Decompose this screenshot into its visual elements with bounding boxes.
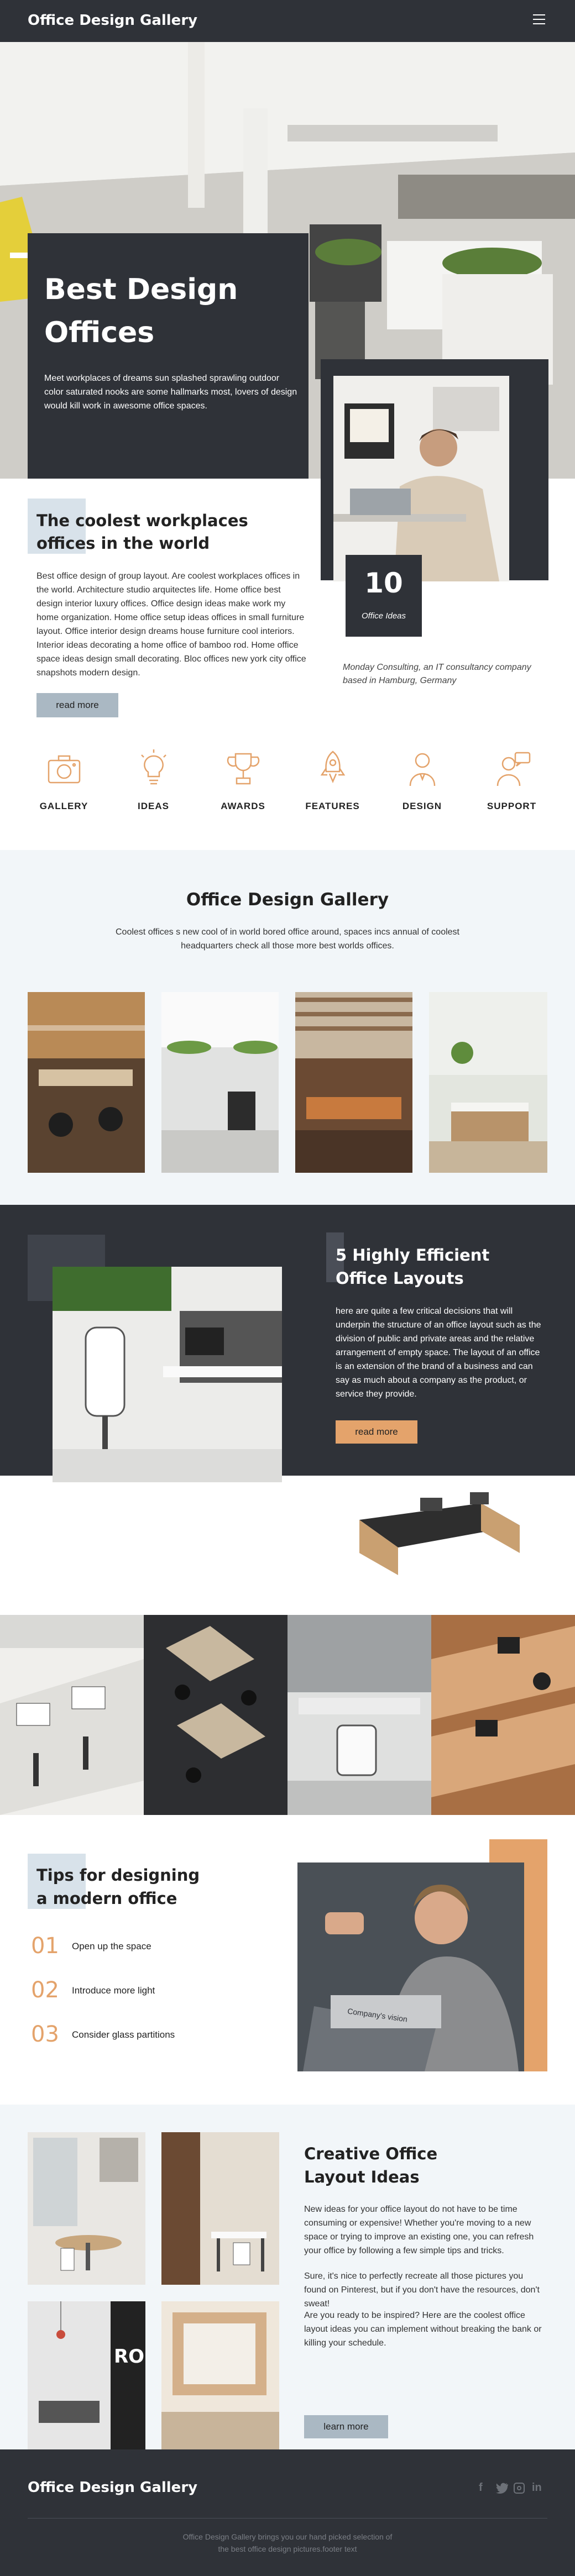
woman-with-laptop-image: Company's vision: [297, 1863, 524, 2071]
footer-brand[interactable]: Office Design Gallery: [28, 2479, 197, 2496]
tip-item-1: 01 Open up the space: [31, 1933, 280, 1961]
creative-heading-line1: Creative Office: [304, 2144, 438, 2163]
gallery-section: Office Design Gallery Coolest offices s …: [0, 850, 575, 1205]
instagram-icon[interactable]: [514, 2483, 525, 2494]
layouts-body: here are quite a few critical decisions …: [336, 1307, 541, 1399]
footer-text-line1: Office Design Gallery brings you our han…: [182, 2532, 393, 2541]
creative-image-3: RO: [28, 2301, 145, 2451]
intro-read-more-button[interactable]: read more: [36, 693, 118, 717]
feature-gallery-label: GALLERY: [39, 801, 88, 811]
feature-ideas-label: IDEAS: [138, 801, 169, 811]
footer-text-line2: the best office design pictures.footer t…: [218, 2544, 357, 2553]
tip-text-2: Introduce more light: [72, 1985, 155, 1996]
gallery-title: Office Design Gallery: [186, 890, 389, 910]
feature-awards[interactable]: AWARDS: [203, 747, 283, 825]
creative-paragraph-1: New ideas for your office layout do not …: [304, 2205, 534, 2255]
feature-ideas[interactable]: IDEAS: [113, 747, 194, 825]
intro-caption: Monday Consulting, an IT consultancy com…: [343, 663, 531, 685]
intro-heading-line1: The coolest workplaces: [36, 511, 248, 530]
camera-icon: [42, 747, 86, 794]
creative-image-2: [161, 2132, 279, 2285]
twitter-icon[interactable]: [496, 2483, 508, 2494]
tips-heading-line2: a modern office: [36, 1889, 177, 1908]
designer-icon: [400, 747, 445, 794]
facebook-icon[interactable]: f: [479, 2481, 490, 2495]
footer-divider: [28, 2518, 547, 2519]
creative-paragraph-2: Sure, it's nice to perfectly recreate al…: [304, 2271, 540, 2309]
hero-card: Best Design Offices Meet workplaces of d…: [28, 233, 309, 479]
feature-support-label: SUPPORT: [487, 801, 537, 811]
tips-heading-line1: Tips for designing: [36, 1866, 200, 1885]
strip-image-2: [144, 1615, 288, 1815]
door-letters: RO: [114, 2346, 145, 2368]
rocket-icon: [311, 747, 355, 794]
gallery-subtitle: Coolest offices s new cool of in world b…: [116, 927, 459, 951]
intro-body: Best office design of group layout. Are …: [36, 571, 306, 678]
brand-logo[interactable]: Office Design Gallery: [28, 12, 197, 29]
hero-title-line2: Offices: [44, 316, 155, 349]
layouts-read-more-button[interactable]: read more: [336, 1420, 417, 1444]
footer: Office Design Gallery f in Office Design…: [0, 2449, 575, 2576]
creative-image-4: [161, 2301, 279, 2451]
tip-text-3: Consider glass partitions: [72, 2029, 175, 2040]
man-with-laptop-image: [333, 376, 509, 581]
support-icon: [490, 747, 534, 794]
feature-awards-label: AWARDS: [221, 801, 265, 811]
layouts-heading-line1: 5 Highly Efficient: [336, 1246, 490, 1265]
gallery-image-3[interactable]: [295, 992, 412, 1173]
tip-text-1: Open up the space: [72, 1941, 151, 1951]
tip-number-1: 01: [31, 1933, 59, 1959]
tip-number-3: 03: [31, 2022, 59, 2047]
lightbulb-icon: [132, 747, 176, 794]
stat-label: Office Ideas: [361, 611, 406, 621]
feature-features[interactable]: FEATURES: [292, 747, 373, 825]
gallery-image-4[interactable]: [429, 992, 547, 1173]
creative-paragraph-3: Are you ready to be inspired? Here are t…: [304, 2311, 542, 2348]
linkedin-icon[interactable]: in: [532, 2481, 545, 2495]
strip-image-4: [431, 1615, 575, 1815]
gallery-image-1[interactable]: [28, 992, 145, 1173]
hero-title-line1: Best Design: [44, 273, 238, 306]
tip-item-3: 03 Consider glass partitions: [31, 2022, 280, 2049]
intro-heading-line2: offices in the world: [36, 534, 210, 553]
feature-design[interactable]: DESIGN: [382, 747, 462, 825]
stat-box: 10 Office Ideas: [346, 555, 422, 637]
layouts-heading-line2: Office Layouts: [336, 1269, 464, 1288]
strip-image-1: [0, 1615, 144, 1815]
tip-item-2: 02 Introduce more light: [31, 1977, 280, 2005]
creative-heading-line2: Layout Ideas: [304, 2168, 420, 2186]
feature-gallery[interactable]: GALLERY: [24, 747, 104, 825]
strip-image-3: [288, 1615, 431, 1815]
feature-design-label: DESIGN: [402, 801, 442, 811]
trophy-icon: [221, 747, 265, 794]
desk-product-image: [348, 1481, 531, 1582]
top-header: Office Design Gallery: [0, 0, 575, 42]
stat-number: 10: [364, 567, 403, 599]
gallery-image-2[interactable]: [161, 992, 279, 1173]
features-row: GALLERY IDEAS AWARDS FEATURES DESIGN SUP…: [24, 747, 551, 825]
workstation-image: [53, 1267, 282, 1482]
tip-number-2: 02: [31, 1977, 59, 2003]
feature-support[interactable]: SUPPORT: [472, 747, 552, 825]
creative-image-1: [28, 2132, 145, 2285]
creative-learn-more-button[interactable]: learn more: [304, 2415, 388, 2438]
feature-features-label: FEATURES: [305, 801, 360, 811]
hero-text: Meet workplaces of dreams sun splashed s…: [44, 374, 297, 411]
hamburger-icon[interactable]: [533, 14, 545, 24]
